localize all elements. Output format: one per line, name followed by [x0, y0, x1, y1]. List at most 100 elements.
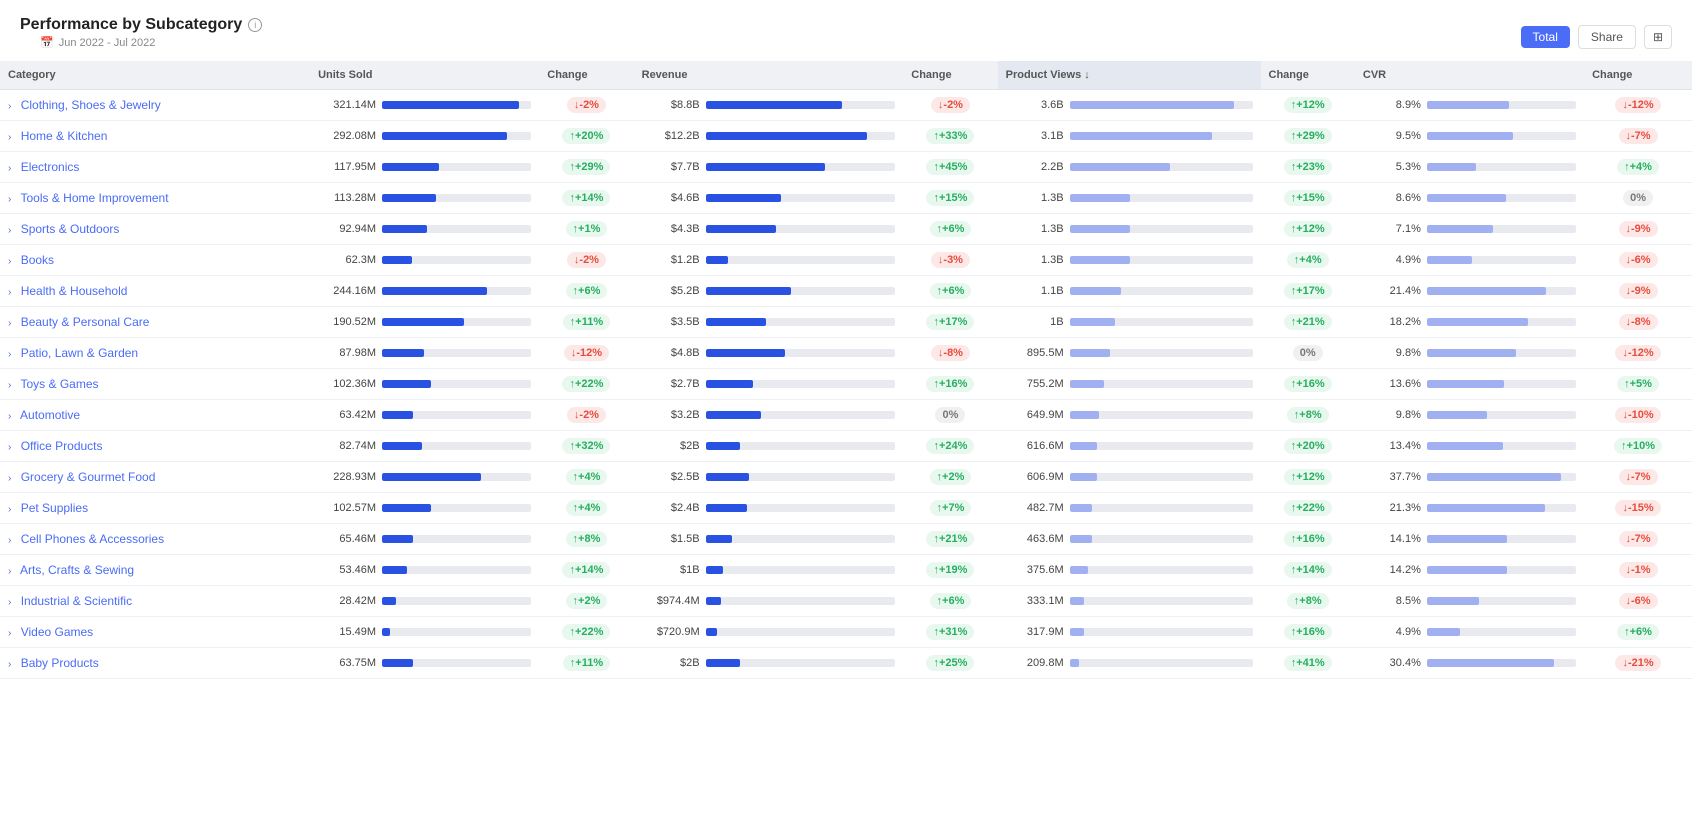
expand-button[interactable]: › [8, 225, 11, 236]
bar-wrap [706, 380, 896, 388]
th-product-views[interactable]: Product Views↓ [998, 61, 1261, 90]
category-link[interactable]: Cell Phones & Accessories [21, 532, 164, 546]
expand-button[interactable]: › [8, 411, 11, 422]
revenue-value: $8.8B [642, 99, 700, 111]
revenue-value: $2B [642, 657, 700, 669]
table-row: › Cell Phones & Accessories 65.46M ↑+8% … [0, 524, 1692, 555]
units-sold-cell: 228.93M [310, 462, 539, 493]
pv-value: 1.3B [1006, 223, 1064, 235]
cvr-cell: 8.5% [1355, 586, 1584, 617]
rev-bar-container: $2.4B [642, 502, 896, 514]
share-button[interactable]: Share [1578, 25, 1636, 49]
category-link[interactable]: Video Games [21, 625, 94, 639]
change-badge: ↑+2% [930, 469, 972, 485]
units-change-cell: ↑+2% [539, 586, 633, 617]
category-link[interactable]: Electronics [21, 160, 80, 174]
bar-wrap [382, 287, 531, 295]
expand-button[interactable]: › [8, 194, 11, 205]
category-link[interactable]: Clothing, Shoes & Jewelry [21, 98, 161, 112]
category-link[interactable]: Grocery & Gourmet Food [21, 470, 156, 484]
total-button[interactable]: Total [1521, 26, 1570, 48]
revenue-cell: $7.7B [634, 152, 904, 183]
change-badge: ↑+32% [562, 438, 610, 454]
product-views-cell: 895.5M [998, 338, 1261, 369]
category-link[interactable]: Patio, Lawn & Garden [21, 346, 138, 360]
cvr-change-cell: ↓-15% [1584, 493, 1692, 524]
info-icon[interactable]: i [248, 18, 262, 32]
units-bar-container: 190.52M [318, 316, 531, 328]
expand-button[interactable]: › [8, 287, 11, 298]
bar-fill [706, 659, 740, 667]
bar-fill [1427, 659, 1554, 667]
change-badge: ↓-6% [1619, 252, 1658, 268]
cvr-change-cell: ↑+6% [1584, 617, 1692, 648]
bar-fill [1427, 225, 1493, 233]
cvr-bar-container: 7.1% [1363, 223, 1576, 235]
units-bar-container: 113.28M [318, 192, 531, 204]
th-rev-change: Change [903, 61, 997, 90]
category-link[interactable]: Office Products [21, 439, 103, 453]
expand-button[interactable]: › [8, 256, 11, 267]
expand-button[interactable]: › [8, 132, 11, 143]
rev-bar-container: $3.5B [642, 316, 896, 328]
expand-button[interactable]: › [8, 597, 11, 608]
units-bar-container: 15.49M [318, 626, 531, 638]
bar-fill [1427, 318, 1528, 326]
category-link[interactable]: Automotive [20, 408, 80, 422]
expand-button[interactable]: › [8, 659, 11, 670]
category-link[interactable]: Pet Supplies [21, 501, 88, 515]
bar-fill [382, 628, 389, 636]
expand-button[interactable]: › [8, 504, 11, 515]
change-badge: ↑+16% [926, 376, 974, 392]
cvr-cell: 9.8% [1355, 400, 1584, 431]
category-link[interactable]: Health & Household [21, 284, 128, 298]
rev-bar-container: $12.2B [642, 130, 896, 142]
category-link[interactable]: Arts, Crafts & Sewing [20, 563, 134, 577]
category-link[interactable]: Home & Kitchen [21, 129, 108, 143]
expand-button[interactable]: › [8, 473, 11, 484]
category-link[interactable]: Sports & Outdoors [21, 222, 120, 236]
expand-button[interactable]: › [8, 349, 11, 360]
expand-button[interactable]: › [8, 628, 11, 639]
pv-bar-container: 755.2M [1006, 378, 1253, 390]
expand-button[interactable]: › [8, 442, 11, 453]
expand-button[interactable]: › [8, 535, 11, 546]
pv-value: 1B [1006, 316, 1064, 328]
expand-button[interactable]: › [8, 566, 11, 577]
revenue-value: $4.6B [642, 192, 700, 204]
expand-button[interactable]: › [8, 318, 11, 329]
pv-value: 3.6B [1006, 99, 1064, 111]
units-value: 321.14M [318, 99, 376, 111]
change-badge: ↑+5% [1617, 376, 1659, 392]
bar-fill [1070, 566, 1088, 574]
bar-wrap [1427, 101, 1576, 109]
cvr-value: 4.9% [1363, 626, 1421, 638]
units-bar-container: 244.16M [318, 285, 531, 297]
expand-button[interactable]: › [8, 163, 11, 174]
export-button[interactable]: ⊞ [1644, 25, 1672, 49]
cvr-bar-container: 8.6% [1363, 192, 1576, 204]
bar-fill [382, 349, 424, 357]
units-change-cell: ↑+8% [539, 524, 633, 555]
change-badge: ↓-6% [1619, 593, 1658, 609]
category-link[interactable]: Baby Products [21, 656, 99, 670]
revenue-value: $4.8B [642, 347, 700, 359]
category-link[interactable]: Beauty & Personal Care [21, 315, 150, 329]
product-views-cell: 1B [998, 307, 1261, 338]
units-sold-cell: 244.16M [310, 276, 539, 307]
category-cell: › Health & Household [0, 276, 310, 307]
cvr-change-cell: ↓-6% [1584, 245, 1692, 276]
expand-button[interactable]: › [8, 380, 11, 391]
expand-button[interactable]: › [8, 101, 11, 112]
category-link[interactable]: Toys & Games [20, 377, 98, 391]
rev-change-cell: ↓-8% [903, 338, 997, 369]
cvr-bar-container: 9.8% [1363, 347, 1576, 359]
category-link[interactable]: Industrial & Scientific [21, 594, 132, 608]
category-link[interactable]: Tools & Home Improvement [20, 191, 168, 205]
pv-bar-container: 2.2B [1006, 161, 1253, 173]
cvr-change-cell: ↑+4% [1584, 152, 1692, 183]
bar-wrap [382, 101, 531, 109]
change-badge: ↑+6% [930, 221, 972, 237]
category-cell: › Books [0, 245, 310, 276]
category-link[interactable]: Books [21, 253, 54, 267]
